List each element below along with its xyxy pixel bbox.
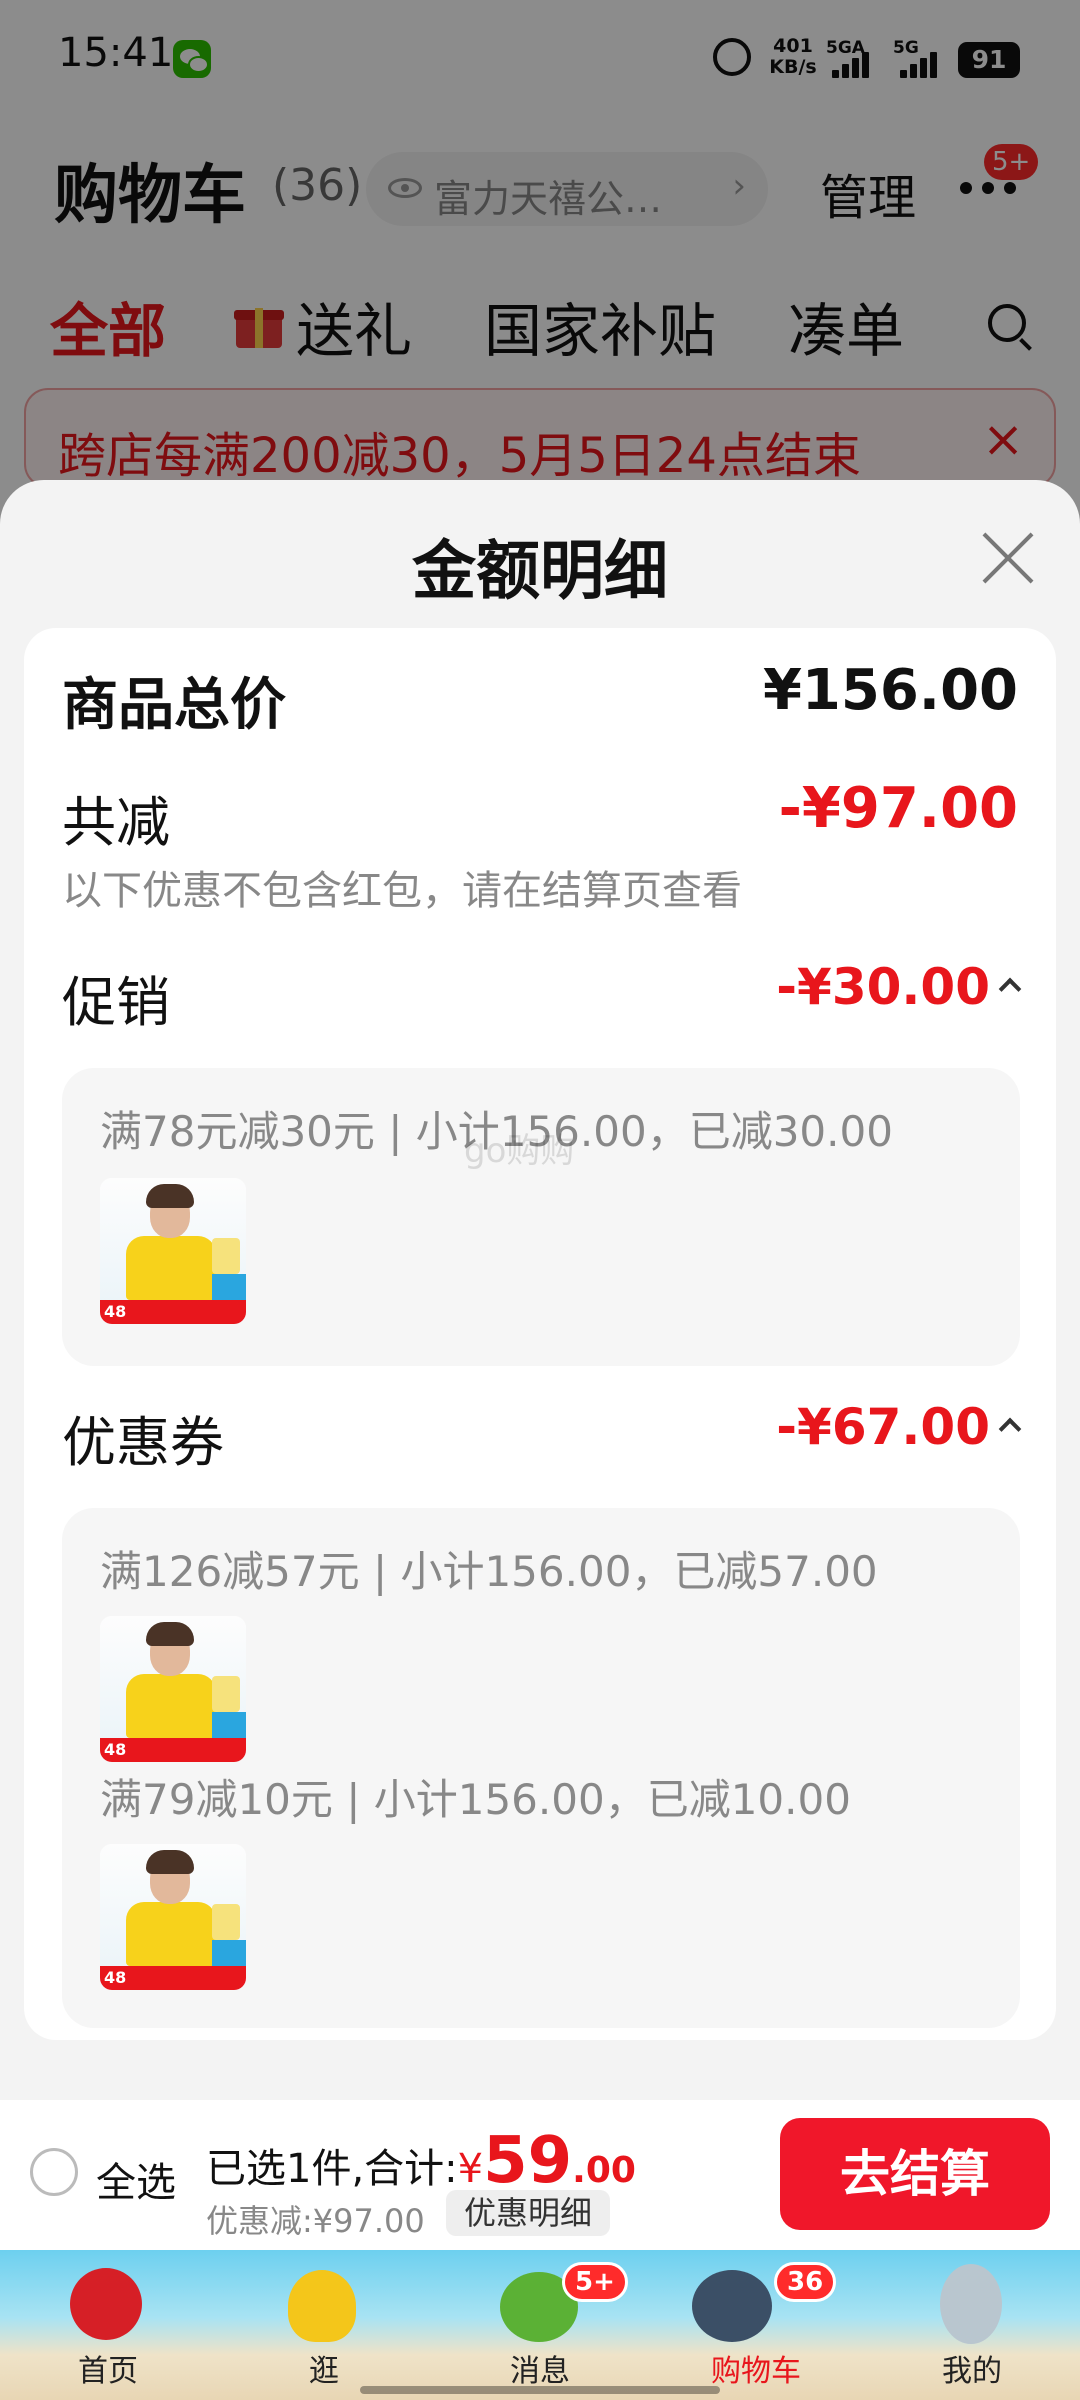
thumbnail-price-tag: 48 — [104, 1302, 127, 1321]
select-all-checkbox[interactable] — [30, 2148, 78, 2196]
total-price-value: ¥156.00 — [762, 658, 1018, 723]
home-indicator[interactable] — [360, 2386, 720, 2394]
bottom-tab-bar: 首页 逛 5+ 消息 36 购物车 我的 — [0, 2250, 1080, 2400]
red-bird-icon — [70, 2268, 142, 2340]
total-decimal: .00 — [572, 2150, 636, 2191]
total-reduction-label: 共减 — [62, 791, 170, 854]
product-thumbnail[interactable]: 48 — [100, 1616, 246, 1762]
watermark-text: go购购 — [464, 1131, 575, 1171]
total-price-label: 商品总价 — [62, 673, 286, 738]
checkout-bar: 全选 已选1件,合计:¥59.00 优惠减:¥97.00 优惠明细 去结算 — [0, 2100, 1080, 2250]
grey-bird-icon — [940, 2264, 1002, 2344]
coupon-label: 优惠券 — [62, 1411, 224, 1474]
thumbnail-price-tag: 48 — [104, 1968, 127, 1987]
amount-detail-card: 商品总价 ¥156.00 共减 -¥97.00 以下优惠不包含红包，请在结算页查… — [24, 628, 1056, 2040]
yellow-bird-icon — [288, 2270, 356, 2342]
chevron-up-icon — [998, 1417, 1022, 1440]
promotion-detail-box: 满78元减30元 | 小计156.00，已减30.00 48 — [62, 1068, 1020, 1366]
promotion-value: -¥30.00 — [776, 958, 990, 1016]
currency-symbol: ¥ — [457, 2146, 484, 2192]
tab-home-label: 首页 — [78, 2354, 138, 2389]
selected-total: 已选1件,合计:¥59.00 — [206, 2124, 636, 2198]
product-thumbnail[interactable]: 48 — [100, 1844, 246, 1990]
tab-cart-label: 购物车 — [711, 2354, 801, 2389]
close-icon[interactable] — [980, 530, 1036, 586]
amount-detail-sheet: 金额明细 商品总价 ¥156.00 共减 -¥97.00 以下优惠不包含红包，请… — [0, 480, 1080, 2100]
tab-browse-label: 逛 — [309, 2354, 339, 2389]
coupon-detail-box: 满126减57元 | 小计156.00，已减57.00 48 满79减10元 |… — [62, 1508, 1020, 2028]
tab-mine[interactable]: 我的 — [864, 2250, 1080, 2400]
promotion-label: 促销 — [62, 971, 170, 1034]
tab-messages[interactable]: 5+ 消息 — [432, 2250, 648, 2400]
tab-cart[interactable]: 36 购物车 — [648, 2250, 864, 2400]
sheet-title: 金额明细 — [412, 535, 668, 609]
tab-mine-label: 我的 — [942, 2354, 1002, 2389]
discount-detail-button[interactable]: 优惠明细 — [446, 2190, 611, 2236]
coupon-value-toggle[interactable]: -¥67.00 — [776, 1398, 1022, 1456]
checkout-button[interactable]: 去结算 — [780, 2118, 1050, 2230]
select-all-label[interactable]: 全选 — [96, 2150, 176, 2208]
coupon-rule-1: 满126减57元 | 小计156.00，已减57.00 — [100, 1547, 878, 1596]
coupon-value: -¥67.00 — [776, 1398, 990, 1456]
total-integer: 59 — [483, 2124, 573, 2198]
total-reduction-value: -¥97.00 — [778, 776, 1018, 841]
reduction-note: 以下优惠不包含红包，请在结算页查看 — [62, 868, 742, 914]
tab-browse[interactable]: 逛 — [216, 2250, 432, 2400]
discount-amount: 优惠减:¥97.00 — [206, 2202, 425, 2240]
thumbnail-price-tag: 48 — [104, 1740, 127, 1759]
chevron-up-icon — [998, 977, 1022, 1000]
product-thumbnail[interactable]: 48 — [100, 1178, 246, 1324]
tab-home[interactable]: 首页 — [0, 2250, 216, 2400]
coupon-rule-2: 满79减10元 | 小计156.00，已减10.00 — [100, 1775, 851, 1824]
promotion-value-toggle[interactable]: -¥30.00 — [776, 958, 1022, 1016]
selected-count-text: 已选1件,合计: — [206, 2146, 458, 2192]
messages-badge: 5+ — [562, 2262, 628, 2302]
tab-messages-label: 消息 — [510, 2354, 570, 2389]
cart-badge: 36 — [774, 2262, 837, 2302]
dark-bird-icon — [692, 2270, 772, 2342]
